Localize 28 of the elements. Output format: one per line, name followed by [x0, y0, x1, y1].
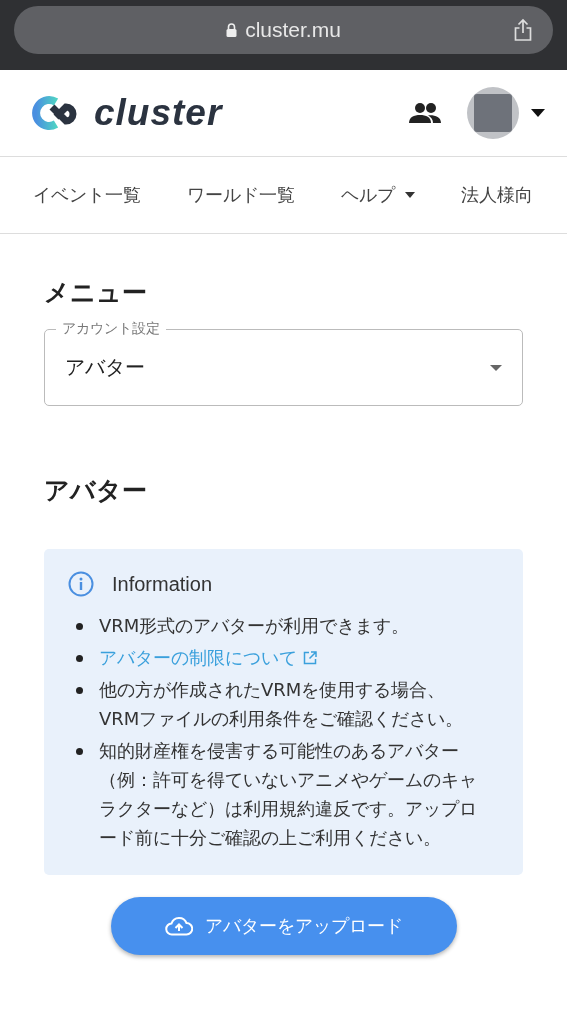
info-text: 知的財産権を侵害する可能性のあるアバター（例：許可を得ていないアニメやゲームのキャラクターなど）は利用規約違反です。アップロード前に十分ご確認の上ご利用ください。: [99, 739, 478, 850]
nav-link[interactable]: イベント一覧: [33, 183, 141, 207]
bullet-icon: [76, 748, 83, 755]
bullet-icon: [76, 655, 83, 662]
info-icon: [68, 571, 94, 597]
nav-link[interactable]: 法人様向: [461, 183, 533, 207]
external-link-icon: [303, 650, 317, 665]
avatar-icon[interactable]: [467, 87, 519, 139]
bullet-icon: [76, 623, 83, 630]
section-title: アバター: [44, 475, 148, 507]
people-icon[interactable]: [409, 102, 441, 124]
url-text: cluster.mu: [245, 18, 341, 42]
cloud-upload-icon: [164, 916, 193, 936]
bullet-icon: [76, 687, 83, 694]
share-icon[interactable]: [513, 18, 533, 42]
nav-link[interactable]: ワールド一覧: [187, 183, 295, 207]
info-title: Information: [112, 572, 213, 596]
caret-icon: [405, 192, 415, 198]
lock-icon: [226, 23, 238, 37]
nav-link[interactable]: ヘルプ: [341, 183, 415, 207]
caret-icon: [490, 364, 502, 371]
caret-icon[interactable]: [531, 109, 545, 117]
menu-heading: メニュー: [44, 277, 148, 309]
logo-text[interactable]: cluster: [94, 92, 223, 134]
address-bar[interactable]: cluster.mu: [14, 6, 553, 54]
info-text: VRM形式のアバターが利用できます。: [99, 614, 411, 638]
info-text: 他の方が作成されたVRMを使用する場合、VRMファイルの利用条件をご確認ください。: [99, 678, 465, 731]
field-label: アカウント設定: [56, 319, 166, 337]
